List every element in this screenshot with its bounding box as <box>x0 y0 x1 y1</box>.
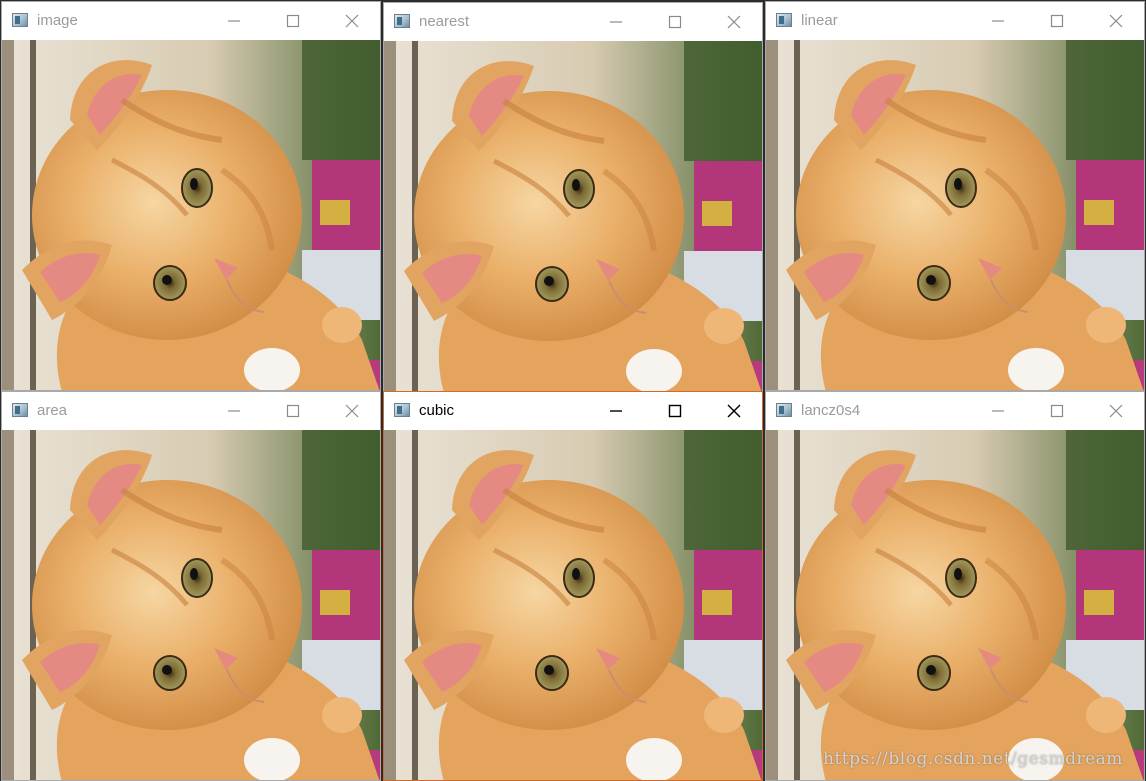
kitten-photo <box>384 430 762 781</box>
linear-window[interactable]: linear <box>765 1 1145 391</box>
close-icon[interactable] <box>342 401 362 421</box>
close-icon[interactable] <box>724 401 744 421</box>
minimize-icon[interactable] <box>224 401 244 421</box>
close-icon[interactable] <box>1106 401 1126 421</box>
window-title: image <box>37 12 78 29</box>
watermark: https://blog.csdn.net/gesmdream <box>823 749 1123 769</box>
title-bar[interactable]: image <box>2 2 380 40</box>
image-window[interactable]: image <box>1 1 381 391</box>
maximize-icon[interactable] <box>1047 401 1067 421</box>
app-icon <box>12 13 28 27</box>
window-title: area <box>37 402 68 419</box>
maximize-icon[interactable] <box>1047 11 1067 31</box>
title-bar[interactable]: nearest <box>384 3 762 41</box>
minimize-icon[interactable] <box>988 11 1008 31</box>
minimize-icon[interactable] <box>988 401 1008 421</box>
area-window[interactable]: area <box>1 391 381 781</box>
title-bar[interactable]: linear <box>766 2 1144 40</box>
kitten-photo <box>766 40 1144 391</box>
maximize-icon[interactable] <box>283 401 303 421</box>
title-bar[interactable]: lancz0s4 <box>766 392 1144 430</box>
window-title: linear <box>801 12 838 29</box>
window-title: lancz0s4 <box>801 402 861 419</box>
close-icon[interactable] <box>1106 11 1126 31</box>
app-icon <box>776 403 792 417</box>
nearest-window[interactable]: nearest <box>383 2 763 392</box>
window-title: nearest <box>419 13 470 30</box>
maximize-icon[interactable] <box>665 401 685 421</box>
kitten-photo <box>766 430 1144 781</box>
kitten-photo <box>384 41 762 392</box>
app-icon <box>12 403 28 417</box>
app-icon <box>394 14 410 28</box>
app-icon <box>394 403 410 417</box>
minimize-icon[interactable] <box>606 401 626 421</box>
maximize-icon[interactable] <box>283 11 303 31</box>
close-icon[interactable] <box>724 12 744 32</box>
maximize-icon[interactable] <box>665 12 685 32</box>
kitten-photo <box>2 40 380 391</box>
minimize-icon[interactable] <box>224 11 244 31</box>
kitten-photo <box>2 430 380 781</box>
minimize-icon[interactable] <box>606 12 626 32</box>
close-icon[interactable] <box>342 11 362 31</box>
app-icon <box>776 13 792 27</box>
title-bar[interactable]: cubic <box>384 392 762 430</box>
window-title: cubic <box>419 402 455 419</box>
title-bar[interactable]: area <box>2 392 380 430</box>
lanczos4-window[interactable]: lancz0s4 <box>765 391 1145 781</box>
cubic-window[interactable]: cubic <box>383 391 763 781</box>
